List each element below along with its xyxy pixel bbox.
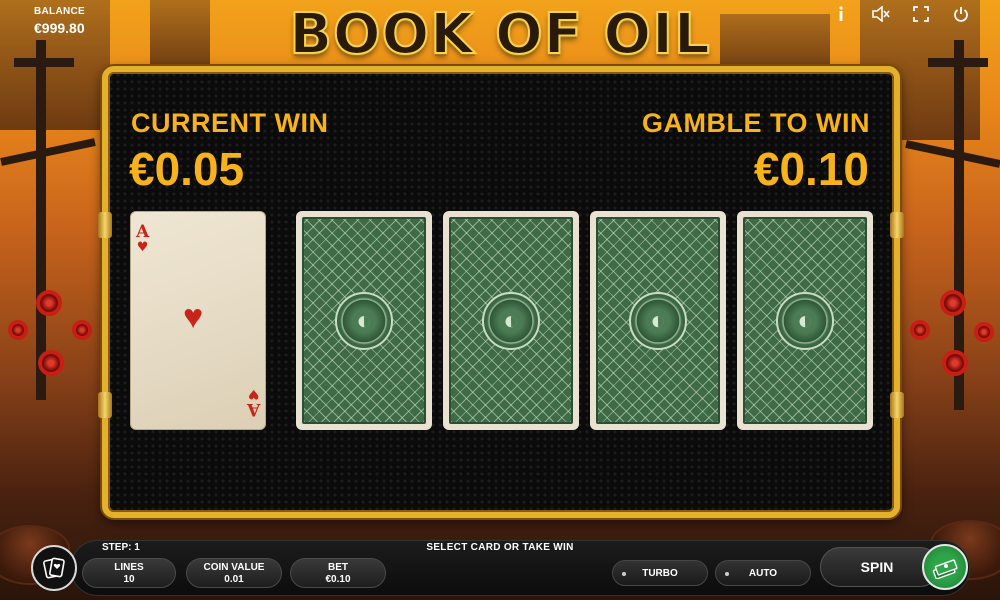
- fullscreen-icon[interactable]: [912, 5, 930, 23]
- left-valve-1: [36, 290, 62, 316]
- cards-icon: [43, 557, 65, 579]
- right-valve-4: [974, 322, 994, 342]
- card-emblem-icon: ◐: [776, 291, 834, 350]
- info-icon[interactable]: [832, 5, 850, 23]
- card-corner-top: A ♥: [136, 222, 150, 255]
- left-valve-4: [72, 320, 92, 340]
- top-icon-bar: [832, 5, 970, 23]
- right-valve-1: [940, 290, 966, 316]
- pipe-joint-icon: [890, 392, 904, 418]
- right-valve-3: [942, 350, 968, 376]
- left-valve-2: [8, 320, 28, 340]
- coin-value-value: 0.01: [224, 574, 244, 585]
- lines-label: LINES: [114, 562, 144, 573]
- lines-value: 10: [123, 574, 135, 585]
- coin-value-selector[interactable]: COIN VALUE 0.01: [186, 558, 282, 588]
- toggle-indicator-icon: [725, 572, 729, 576]
- current-win-label: CURRENT WIN: [131, 108, 329, 138]
- heart-suit-icon: ♥: [183, 298, 204, 336]
- auto-label: AUTO: [748, 567, 778, 579]
- face-down-card-3[interactable]: ◐: [590, 211, 726, 430]
- toggle-indicator-icon: [622, 572, 626, 576]
- heart-suit-icon: ♥: [136, 240, 149, 255]
- right-pump-jack: [905, 140, 1000, 168]
- gamble-to-win-value: €0.10: [753, 143, 869, 195]
- left-derrick-post: [36, 40, 46, 400]
- left-pump-jack: [0, 138, 96, 166]
- card-emblem-icon: ◐: [335, 291, 393, 350]
- turbo-label: TURBO: [642, 567, 678, 579]
- card-corner-bottom: A ♥: [246, 386, 260, 419]
- spin-label: SPIN: [860, 559, 894, 575]
- gamble-to-win-label: GAMBLE TO WIN: [642, 108, 870, 138]
- revealed-card-ace-of-hearts: A ♥ ♥ A ♥: [130, 211, 266, 430]
- coin-value-label: COIN VALUE: [203, 562, 265, 573]
- card-back-pattern: ◐: [302, 217, 426, 424]
- card-back-pattern: ◐: [449, 217, 573, 424]
- left-valve-3: [38, 350, 64, 376]
- pipe-joint-icon: [890, 212, 904, 238]
- sound-muted-icon[interactable]: [872, 5, 890, 23]
- lines-selector[interactable]: LINES 10: [82, 558, 176, 588]
- bet-selector[interactable]: BET €0.10: [290, 558, 386, 588]
- bet-label: BET: [328, 562, 348, 573]
- bet-value: €0.10: [325, 574, 351, 585]
- power-icon[interactable]: [952, 5, 970, 23]
- card-back-pattern: ◐: [596, 217, 720, 424]
- card-back-pattern: ◐: [743, 217, 867, 424]
- current-win-value: €0.05: [129, 143, 245, 195]
- collect-win-button[interactable]: [922, 544, 968, 590]
- card-emblem-icon: ◐: [482, 291, 540, 350]
- card-emblem-icon: ◐: [629, 291, 687, 350]
- auto-toggle[interactable]: AUTO: [715, 560, 811, 586]
- pipe-joint-icon: [98, 212, 112, 238]
- right-valve-2: [910, 320, 930, 340]
- face-down-card-2[interactable]: ◐: [443, 211, 579, 430]
- heart-suit-icon: ♥: [247, 386, 260, 401]
- face-down-card-1[interactable]: ◐: [296, 211, 432, 430]
- face-down-card-4[interactable]: ◐: [737, 211, 873, 430]
- money-stack-icon: [932, 559, 958, 579]
- card-rank: A: [246, 399, 260, 419]
- turbo-toggle[interactable]: TURBO: [612, 560, 708, 586]
- pipe-joint-icon: [98, 392, 112, 418]
- card-rank: A: [136, 222, 150, 242]
